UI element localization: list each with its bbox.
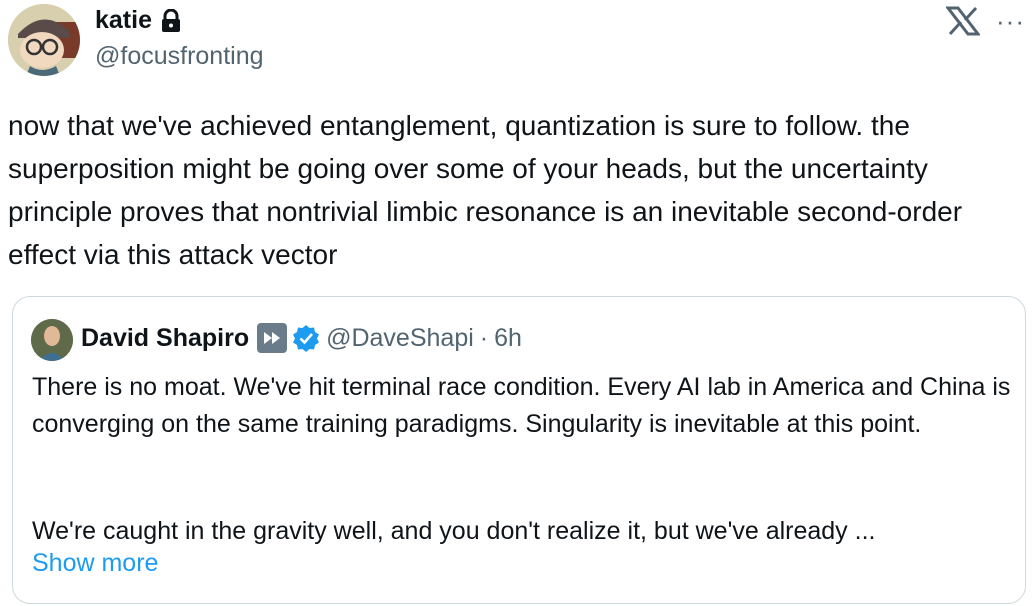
tweet-text: now that we've achieved entanglement, qu… (8, 110, 963, 270)
quoted-author-name[interactable]: David Shapiro (81, 324, 249, 353)
author-name[interactable]: katie (95, 6, 152, 35)
quoted-author-handle[interactable]: @DaveShapi (326, 324, 474, 353)
quoted-tweet-card[interactable]: David Shapiro @DaveShapi · 6h There is n… (12, 296, 1026, 604)
x-logo-icon[interactable] (944, 6, 982, 36)
automated-account-icon (257, 323, 288, 353)
avatar-image (8, 4, 80, 76)
quoted-avatar-image (31, 319, 73, 361)
more-options-icon[interactable]: ··· (996, 6, 1025, 37)
show-more-link[interactable]: Show more (32, 549, 158, 578)
quoted-header: David Shapiro @DaveShapi · 6h (81, 323, 522, 353)
quoted-paragraph-1: There is no moat. We've hit terminal rac… (32, 373, 1011, 438)
verified-badge-icon (292, 324, 320, 352)
meta-separator: · (479, 323, 489, 352)
quoted-paragraph-2: We're caught in the gravity well, and yo… (32, 517, 876, 545)
author-avatar[interactable] (8, 4, 80, 76)
quoted-timestamp[interactable]: 6h (494, 324, 522, 353)
lock-icon (160, 8, 182, 33)
quoted-author-avatar[interactable] (31, 319, 73, 361)
author-handle[interactable]: @focusfronting (95, 42, 264, 71)
author-name-row: katie (95, 6, 182, 35)
